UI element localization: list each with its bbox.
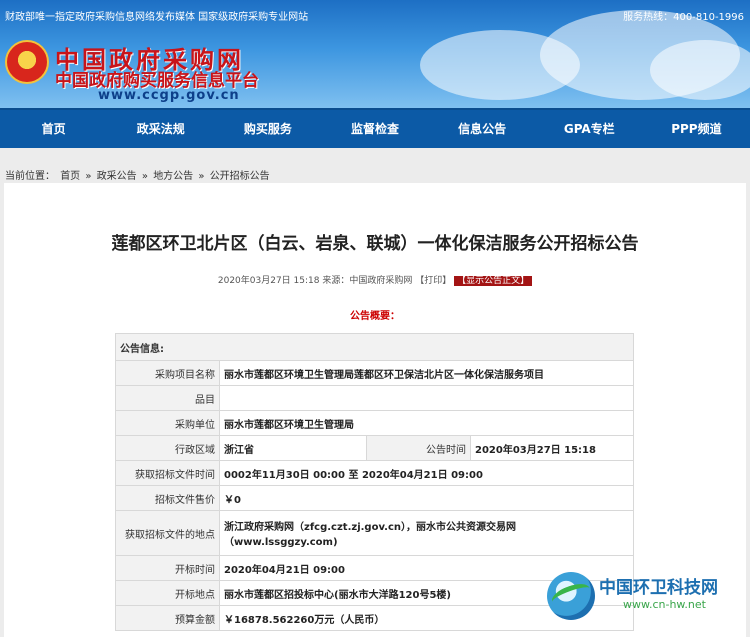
region-value: 浙江省: [219, 435, 367, 461]
nav-regulations[interactable]: 政采法规: [107, 110, 214, 148]
header-banner: 财政部唯一指定政府采购信息网络发布媒体 国家级政府采购专业网站 服务热线：400…: [0, 0, 750, 108]
doc-price-value: ￥0: [219, 485, 634, 511]
row-label: 采购单位: [115, 410, 220, 436]
project-name-value: 丽水市莲都区环境卫生管理局莲都区环卫保洁北片区一体化保洁服务项目: [219, 360, 634, 386]
breadcrumb-tender[interactable]: 公开招标公告: [210, 171, 270, 182]
doc-location-value: 浙江政府采购网（zfcg.czt.zj.gov.cn），丽水市公共资源交易网（w…: [219, 510, 634, 556]
row-label: 招标文件售价: [115, 485, 220, 511]
row-label: 行政区域: [115, 435, 220, 461]
table-row: 采购单位 丽水市莲都区环境卫生管理局: [115, 410, 634, 436]
table-row: 获取招标文件的地点 浙江政府采购网（zfcg.czt.zj.gov.cn），丽水…: [115, 510, 634, 556]
notice-meta: 2020年03月27日 15:18 来源：中国政府采购网 【打印】 【显示公告正…: [4, 273, 746, 286]
breadcrumb: 当前位置： 首页 » 政采公告 » 地方公告 » 公开招标公告: [5, 167, 272, 182]
row-label: 获取招标文件时间: [115, 460, 220, 486]
nav-home[interactable]: 首页: [0, 110, 107, 148]
breadcrumb-sep: »: [85, 171, 92, 182]
nav-gpa[interactable]: GPA专栏: [536, 110, 643, 148]
table-row: 采购项目名称 丽水市莲都区环境卫生管理局莲都区环卫保洁北片区一体化保洁服务项目: [115, 360, 634, 386]
national-emblem-icon: ★: [5, 40, 49, 84]
show-full-text-button[interactable]: 【显示公告正文】: [454, 276, 533, 286]
category-value: [219, 385, 634, 411]
watermark-name: 中国环卫科技网: [599, 578, 718, 598]
notice-title: 莲都区环卫北片区（白云、岩泉、联城）一体化保洁服务公开招标公告: [111, 234, 639, 254]
row-label: 采购项目名称: [115, 360, 220, 386]
breadcrumb-local[interactable]: 地方公告: [153, 171, 193, 182]
doc-time-value: 0002年11月30日 00:00 至 2020年04月21日 09:00: [219, 460, 634, 486]
site-url: www.ccgp.gov.cn: [98, 88, 240, 103]
table-row: 行政区域 浙江省 公告时间 2020年03月27日 15:18: [115, 435, 634, 461]
purchaser-value: 丽水市莲都区环境卫生管理局: [219, 410, 634, 436]
service-hotline: 服务热线：400-810-1996: [623, 12, 744, 23]
row-label: 获取招标文件的地点: [115, 510, 220, 556]
watermark-url: www.cn-hw.net: [623, 598, 706, 611]
row-label: 开标地点: [115, 580, 220, 606]
nav-supervision[interactable]: 监督检查: [321, 110, 428, 148]
row-label: 预算金额: [115, 605, 220, 631]
row-label: 品目: [115, 385, 220, 411]
row-label: 公告时间: [366, 435, 471, 461]
row-label: 开标时间: [115, 555, 220, 581]
notice-card: 莲都区环卫北片区（白云、岩泉、联城）一体化保洁服务公开招标公告 2020年03月…: [4, 183, 746, 637]
nav-ppp[interactable]: PPP频道: [643, 110, 750, 148]
top-bar: 财政部唯一指定政府采购信息网络发布媒体 国家级政府采购专业网站 服务热线：400…: [0, 0, 750, 28]
summary-heading: 公告概要：: [350, 311, 400, 322]
globe-icon: [547, 572, 595, 620]
media-statement: 财政部唯一指定政府采购信息网络发布媒体 国家级政府采购专业网站: [5, 12, 309, 23]
table-header: 公告信息:: [115, 333, 634, 361]
nav-purchase-services[interactable]: 购买服务: [214, 110, 321, 148]
table-row: 获取招标文件时间 0002年11月30日 00:00 至 2020年04月21日…: [115, 460, 634, 486]
table-row: 品目: [115, 385, 634, 411]
watermark-logo: 中国环卫科技网 www.cn-hw.net: [545, 570, 750, 625]
breadcrumb-home[interactable]: 首页: [60, 171, 80, 182]
print-link[interactable]: 【打印】: [415, 276, 451, 286]
announce-time-value: 2020年03月27日 15:18: [470, 435, 634, 461]
breadcrumb-procurement[interactable]: 政采公告: [97, 171, 137, 182]
nav-announcements[interactable]: 信息公告: [429, 110, 536, 148]
publish-info: 2020年03月27日 15:18 来源：中国政府采购网: [217, 276, 413, 286]
breadcrumb-prefix: 当前位置：: [5, 171, 55, 182]
breadcrumb-sep: »: [198, 171, 205, 182]
main-nav: 首页 政采法规 购买服务 监督检查 信息公告 GPA专栏 PPP频道: [0, 108, 750, 148]
table-row: 招标文件售价 ￥0: [115, 485, 634, 511]
breadcrumb-sep: »: [141, 171, 148, 182]
